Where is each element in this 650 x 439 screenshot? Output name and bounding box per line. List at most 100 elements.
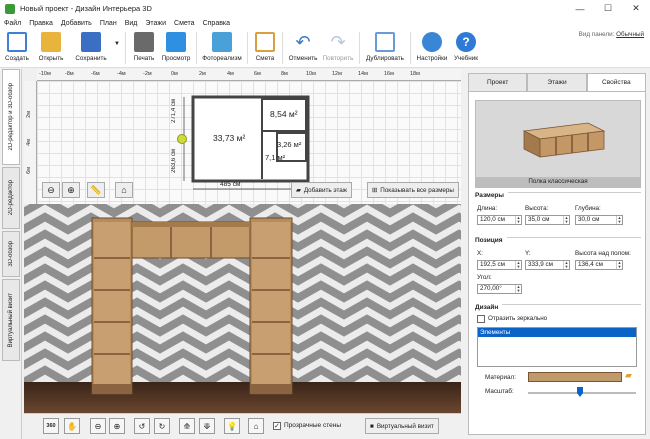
x-input[interactable]: 192,5 см ▲ ▼ [477, 260, 522, 270]
stepper-arrows-icon[interactable]: ▲ ▼ [616, 216, 622, 224]
menu-file[interactable]: Файл [4, 20, 21, 27]
open-button[interactable]: Открыть [34, 29, 68, 67]
dimension-label: 263,6 см [171, 149, 177, 173]
stepper-arrows-icon[interactable]: ▲ ▼ [616, 261, 622, 269]
height-label: Высота: [525, 205, 549, 212]
save-button[interactable]: Сохранить [68, 29, 114, 67]
design-group: Дизайн Отразить зеркально Элементы Матер… [475, 304, 641, 434]
depth-label: Глубина: [575, 205, 601, 212]
ruler-icon: 📏 [90, 184, 102, 195]
add-floor-button[interactable]: ▰ Добавить этаж [291, 182, 353, 198]
ruler-tick: 10м [306, 71, 316, 77]
transparent-walls-checkbox[interactable]: ✓ [273, 422, 281, 430]
rotate-left-button[interactable]: ↺ [134, 418, 150, 434]
tab-properties[interactable]: Свойства [586, 73, 646, 91]
tilt-down-icon: ⟱ [203, 421, 211, 431]
floor-height-input[interactable]: 136,4 см ▲ ▼ [575, 260, 623, 270]
view-360-button[interactable]: 360 [43, 418, 59, 434]
undo-icon: ↶ [295, 32, 311, 52]
open-folder-icon[interactable]: ▰ [625, 370, 632, 381]
ruler-tick: -8м [65, 71, 74, 77]
ruler-tick: 18м [410, 71, 420, 77]
close-button[interactable]: ✕ [622, 0, 650, 17]
estimate-button[interactable]: Смета [251, 29, 279, 67]
toolbar: Создать Открыть Сохранить ▼ Печать Просм… [0, 29, 650, 68]
menu-estimate[interactable]: Смета [174, 20, 195, 27]
menu-view[interactable]: Вид [125, 20, 138, 27]
window-title: Новый проект - Дизайн Интерьера 3D [20, 4, 152, 13]
plan-controls: ⊖ ⊕ 📏 ⌂ ▰ Добавить этаж ⊞ Показывать все… [37, 182, 461, 204]
tab-virtual-visit[interactable]: Виртуальный визит [2, 279, 20, 361]
tab-floors[interactable]: Этажи [527, 73, 587, 91]
360-icon: 360 [46, 423, 56, 429]
home-3d-button[interactable]: ⌂ [248, 418, 264, 434]
menu-add[interactable]: Добавить [61, 20, 92, 27]
tab-project[interactable]: Проект [468, 73, 528, 91]
photo-icon [212, 32, 232, 52]
toolbar-separator [282, 32, 283, 64]
mirror-checkbox[interactable] [477, 315, 485, 323]
scale-label: Масштаб: [485, 388, 514, 395]
tab-2d-editor[interactable]: 2D-редактор [2, 167, 20, 229]
duplicate-button[interactable]: Дублировать [363, 29, 407, 67]
save-dropdown-arrow-icon[interactable]: ▼ [114, 29, 122, 47]
zoom-out-button[interactable]: ⊖ [42, 182, 60, 198]
stepper-arrows-icon[interactable]: ▲ ▼ [515, 285, 521, 293]
stepper-arrows-icon[interactable]: ▲ ▼ [515, 216, 521, 224]
redo-button[interactable]: ↷ Повторить [320, 29, 356, 67]
menu-help[interactable]: Справка [203, 20, 230, 27]
lighting-button[interactable]: 💡 [224, 418, 240, 434]
zoom-in-button[interactable]: ⊕ [62, 182, 80, 198]
redo-icon: ↷ [330, 32, 346, 52]
print-button[interactable]: Печать [129, 29, 159, 67]
angle-input[interactable]: 270,00° ▲ ▼ [477, 284, 522, 294]
shelf-preview-image [522, 122, 606, 158]
toolbar-separator [359, 32, 360, 64]
rotate-right-button[interactable]: ↻ [154, 418, 170, 434]
depth-input[interactable]: 30,0 см ▲ ▼ [575, 215, 623, 225]
zoom-out-3d-button[interactable]: ⊖ [90, 418, 106, 434]
height-input[interactable]: 35,0 см ▲ ▼ [525, 215, 570, 225]
undo-button[interactable]: ↶ Отменить [286, 29, 320, 67]
create-button[interactable]: Создать [0, 29, 34, 67]
panel-view-selector[interactable]: Вид панели: Обычный [579, 31, 644, 38]
list-item[interactable]: Элементы [478, 328, 636, 337]
home-view-button[interactable]: ⌂ [115, 182, 133, 198]
room-area-label: 7,1 м² [265, 153, 286, 162]
virtual-visit-button[interactable]: ■ Виртуальный визит [365, 418, 439, 434]
ruler-tick: 0м [171, 71, 178, 77]
stepper-arrows-icon[interactable]: ▲ ▼ [563, 216, 569, 224]
tab-3d-view[interactable]: 3D-обзор [2, 231, 20, 277]
material-swatch[interactable] [528, 372, 622, 382]
zoom-in-3d-button[interactable]: ⊕ [109, 418, 125, 434]
length-input[interactable]: 120,0 см ▲ ▼ [477, 215, 522, 225]
minimize-button[interactable]: — [566, 0, 594, 17]
y-input[interactable]: 333,9 см ▲ ▼ [525, 260, 570, 270]
ruler-tick: 4м [227, 71, 234, 77]
ruler-tool-button[interactable]: 📏 [87, 182, 105, 198]
preview-button[interactable]: Просмотр [159, 29, 193, 67]
3d-view[interactable] [24, 204, 461, 413]
stepper-arrows-icon[interactable]: ▲ ▼ [515, 261, 521, 269]
camera-icon: ■ [370, 422, 374, 430]
photorealism-button[interactable]: Фотореализм [200, 29, 244, 67]
open-folder-icon [41, 32, 61, 52]
room-area-label: 33,73 м² [213, 133, 246, 143]
show-all-sizes-button[interactable]: ⊞ Показывать все размеры [367, 182, 459, 198]
menu-edit[interactable]: Правка [29, 20, 53, 27]
y-label: Y: [525, 250, 531, 257]
menu-floors[interactable]: Этажи [145, 20, 166, 27]
tilt-down-button[interactable]: ⟱ [199, 418, 215, 434]
pan-button[interactable]: ✋ [64, 418, 80, 434]
transparent-walls-label: Прозрачные стены [284, 422, 341, 429]
elements-list[interactable]: Элементы [477, 327, 637, 367]
menu-plan[interactable]: План [100, 20, 117, 27]
scale-slider-thumb[interactable] [577, 387, 583, 397]
stepper-arrows-icon[interactable]: ▲ ▼ [563, 261, 569, 269]
settings-button[interactable]: Настройки [414, 29, 450, 67]
maximize-button[interactable]: ☐ [594, 0, 622, 17]
tutorial-button[interactable]: ? Учебник [450, 29, 482, 67]
tab-2d-and-3d[interactable]: 2D-редактор и 3D-обзор [2, 69, 20, 165]
tilt-up-button[interactable]: ⟰ [179, 418, 195, 434]
object-name-label: Полка классическая [476, 177, 640, 187]
